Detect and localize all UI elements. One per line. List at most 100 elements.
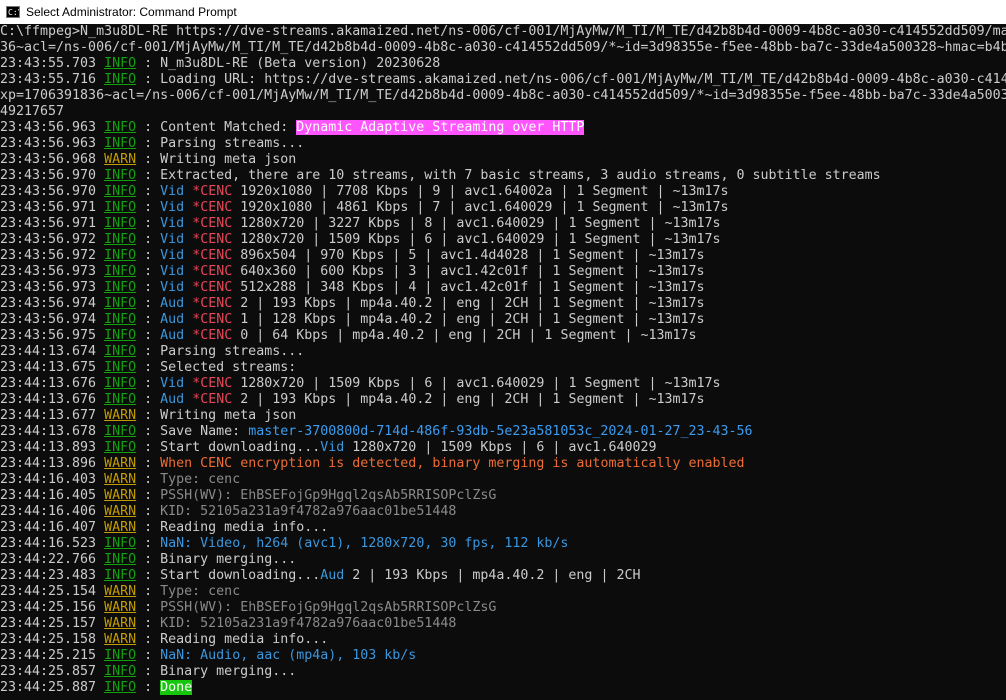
- drm-info-text: Type: cenc: [160, 472, 241, 487]
- line-text: : Start downloading...: [136, 440, 321, 455]
- encryption-tag: *CENC: [192, 248, 233, 263]
- console-line: 23:44:13.676 INFO : Aud *CENC 2 | 193 Kb…: [0, 392, 1006, 408]
- console-line: 23:43:56.970 INFO : Vid *CENC 1920x1080 …: [0, 184, 1006, 200]
- line-text: : Extracted, there are 10 streams, with …: [136, 168, 881, 183]
- line-text: 23:44:13.678: [0, 424, 105, 439]
- line-text: 23:43:56.968: [0, 152, 105, 167]
- console-line: 23:43:56.970 INFO : Extracted, there are…: [0, 168, 1006, 184]
- line-text: 23:43:55.716: [0, 72, 105, 87]
- line-text: 23:43:56.970: [0, 168, 105, 183]
- line-text: 1280x720 | 1509 Kbps | 6 | avc1.640029: [344, 440, 657, 455]
- line-text: : Parsing streams...: [136, 136, 305, 151]
- line-text: 23:43:56.963: [0, 136, 105, 151]
- line-text: :: [136, 264, 161, 279]
- log-level-label: WARN: [104, 520, 137, 535]
- line-text: : Selected streams:: [136, 360, 297, 375]
- encryption-tag: *CENC: [192, 328, 233, 343]
- line-text: 23:44:25.887: [0, 680, 105, 695]
- log-level-label: INFO: [104, 136, 137, 151]
- line-text: [184, 392, 192, 407]
- line-text: :: [136, 312, 161, 327]
- line-text: [184, 376, 192, 391]
- line-text: 1920x1080 | 7708 Kbps | 9 | avc1.64002a …: [232, 184, 729, 199]
- line-text: 23:44:13.676: [0, 376, 105, 391]
- line-text: 23:44:13.675: [0, 360, 105, 375]
- drm-info-text: Type: cenc: [160, 584, 241, 599]
- line-text: :: [136, 648, 161, 663]
- line-text: 512x288 | 348 Kbps | 4 | avc1.42c01f | 1…: [232, 280, 705, 295]
- line-text: :: [136, 600, 161, 615]
- line-text: 23:44:13.896: [0, 456, 105, 471]
- line-text: 23:44:25.157: [0, 616, 105, 631]
- drm-info-text: PSSH(WV): EhBSEFojGp9Hgql2qsAb5RRISOPclZ…: [160, 600, 497, 615]
- console-line: 49217657: [0, 104, 1006, 120]
- line-text: 1280x720 | 1509 Kbps | 6 | avc1.640029 |…: [232, 376, 721, 391]
- cmd-app-icon: C:\: [6, 6, 20, 18]
- console-line: 23:44:16.523 INFO : NaN: Video, h264 (av…: [0, 536, 1006, 552]
- console-line: 23:43:56.975 INFO : Aud *CENC 0 | 64 Kbp…: [0, 328, 1006, 344]
- log-level-label: INFO: [104, 392, 137, 407]
- console-line: 23:44:13.676 INFO : Vid *CENC 1280x720 |…: [0, 376, 1006, 392]
- line-text: C:\ffmpeg>N_m3u8DL-RE https://dve-stream…: [0, 24, 1006, 39]
- console-line: 36~acl=/ns-006/cf-001/MjAyMw/M_TI/M_TE/d…: [0, 40, 1006, 56]
- log-level-label: INFO: [104, 248, 137, 263]
- save-name-value: master-3700800d-714d-486f-93db-5e23a5810…: [248, 424, 753, 439]
- stream-type-label: Vid: [160, 232, 185, 247]
- console-line: 23:44:16.407 WARN : Reading media info..…: [0, 520, 1006, 536]
- log-level-label: WARN: [104, 488, 137, 503]
- line-text: :: [136, 296, 161, 311]
- encryption-tag: *CENC: [192, 216, 233, 231]
- stream-type-label: Aud: [160, 296, 185, 311]
- line-text: [184, 312, 192, 327]
- log-level-label: INFO: [104, 360, 137, 375]
- console-line: 23:43:56.972 INFO : Vid *CENC 1280x720 |…: [0, 232, 1006, 248]
- line-text: 36~acl=/ns-006/cf-001/MjAyMw/M_TI/M_TE/d…: [0, 40, 1006, 55]
- stream-type-label: NaN: Video, h264 (avc1), 1280x720, 30 fp…: [160, 536, 569, 551]
- line-text: 23:43:56.971: [0, 216, 105, 231]
- line-text: [184, 296, 192, 311]
- line-text: [184, 200, 192, 215]
- line-text: 23:43:56.970: [0, 184, 105, 199]
- line-text: :: [136, 472, 161, 487]
- console-line: 23:44:25.158 WARN : Reading media info..…: [0, 632, 1006, 648]
- console-line: 23:43:56.973 INFO : Vid *CENC 512x288 | …: [0, 280, 1006, 296]
- line-text: 23:44:25.857: [0, 664, 105, 679]
- stream-type-label: Vid: [320, 440, 345, 455]
- log-level-label: INFO: [104, 536, 137, 551]
- console-line: xp=1706391836~acl=/ns-006/cf-001/MjAyMw/…: [0, 88, 1006, 104]
- log-level-label: WARN: [104, 632, 137, 647]
- line-text: 23:44:16.405: [0, 488, 105, 503]
- line-text: 23:44:23.483: [0, 568, 105, 583]
- console-line: 23:44:16.405 WARN : PSSH(WV): EhBSEFojGp…: [0, 488, 1006, 504]
- encryption-tag: *CENC: [192, 312, 233, 327]
- console-line: 23:43:56.968 WARN : Writing meta json: [0, 152, 1006, 168]
- line-text: 23:44:16.406: [0, 504, 105, 519]
- stream-type-label: Aud: [160, 312, 185, 327]
- line-text: : Writing meta json: [136, 408, 297, 423]
- line-text: 23:44:13.893: [0, 440, 105, 455]
- log-level-label: INFO: [104, 344, 137, 359]
- line-text: 23:43:56.973: [0, 280, 105, 295]
- line-text: 23:43:56.975: [0, 328, 105, 343]
- console-line: 23:43:56.974 INFO : Aud *CENC 1 | 128 Kb…: [0, 312, 1006, 328]
- log-level-label: INFO: [104, 184, 137, 199]
- console-line: 23:44:25.215 INFO : NaN: Audio, aac (mp4…: [0, 648, 1006, 664]
- console-line: 23:44:13.678 INFO : Save Name: master-37…: [0, 424, 1006, 440]
- console-line: 23:44:25.857 INFO : Binary merging...: [0, 664, 1006, 680]
- encryption-tag: *CENC: [192, 232, 233, 247]
- window-titlebar[interactable]: C:\ Select Administrator: Command Prompt: [0, 0, 1006, 24]
- console-output[interactable]: C:\ffmpeg>N_m3u8DL-RE https://dve-stream…: [0, 24, 1006, 700]
- line-text: 23:44:13.677: [0, 408, 105, 423]
- console-line: 23:44:16.403 WARN : Type: cenc: [0, 472, 1006, 488]
- console-line: 23:44:23.483 INFO : Start downloading...…: [0, 568, 1006, 584]
- console-line: 23:44:25.154 WARN : Type: cenc: [0, 584, 1006, 600]
- line-text: :: [136, 184, 161, 199]
- log-level-label: INFO: [104, 680, 137, 695]
- line-text: 1280x720 | 1509 Kbps | 6 | avc1.640029 |…: [232, 232, 721, 247]
- line-text: 23:44:22.766: [0, 552, 105, 567]
- log-level-label: INFO: [104, 200, 137, 215]
- log-level-label: INFO: [104, 664, 137, 679]
- encryption-tag: *CENC: [192, 280, 233, 295]
- log-level-label: WARN: [104, 616, 137, 631]
- encryption-tag: *CENC: [192, 392, 233, 407]
